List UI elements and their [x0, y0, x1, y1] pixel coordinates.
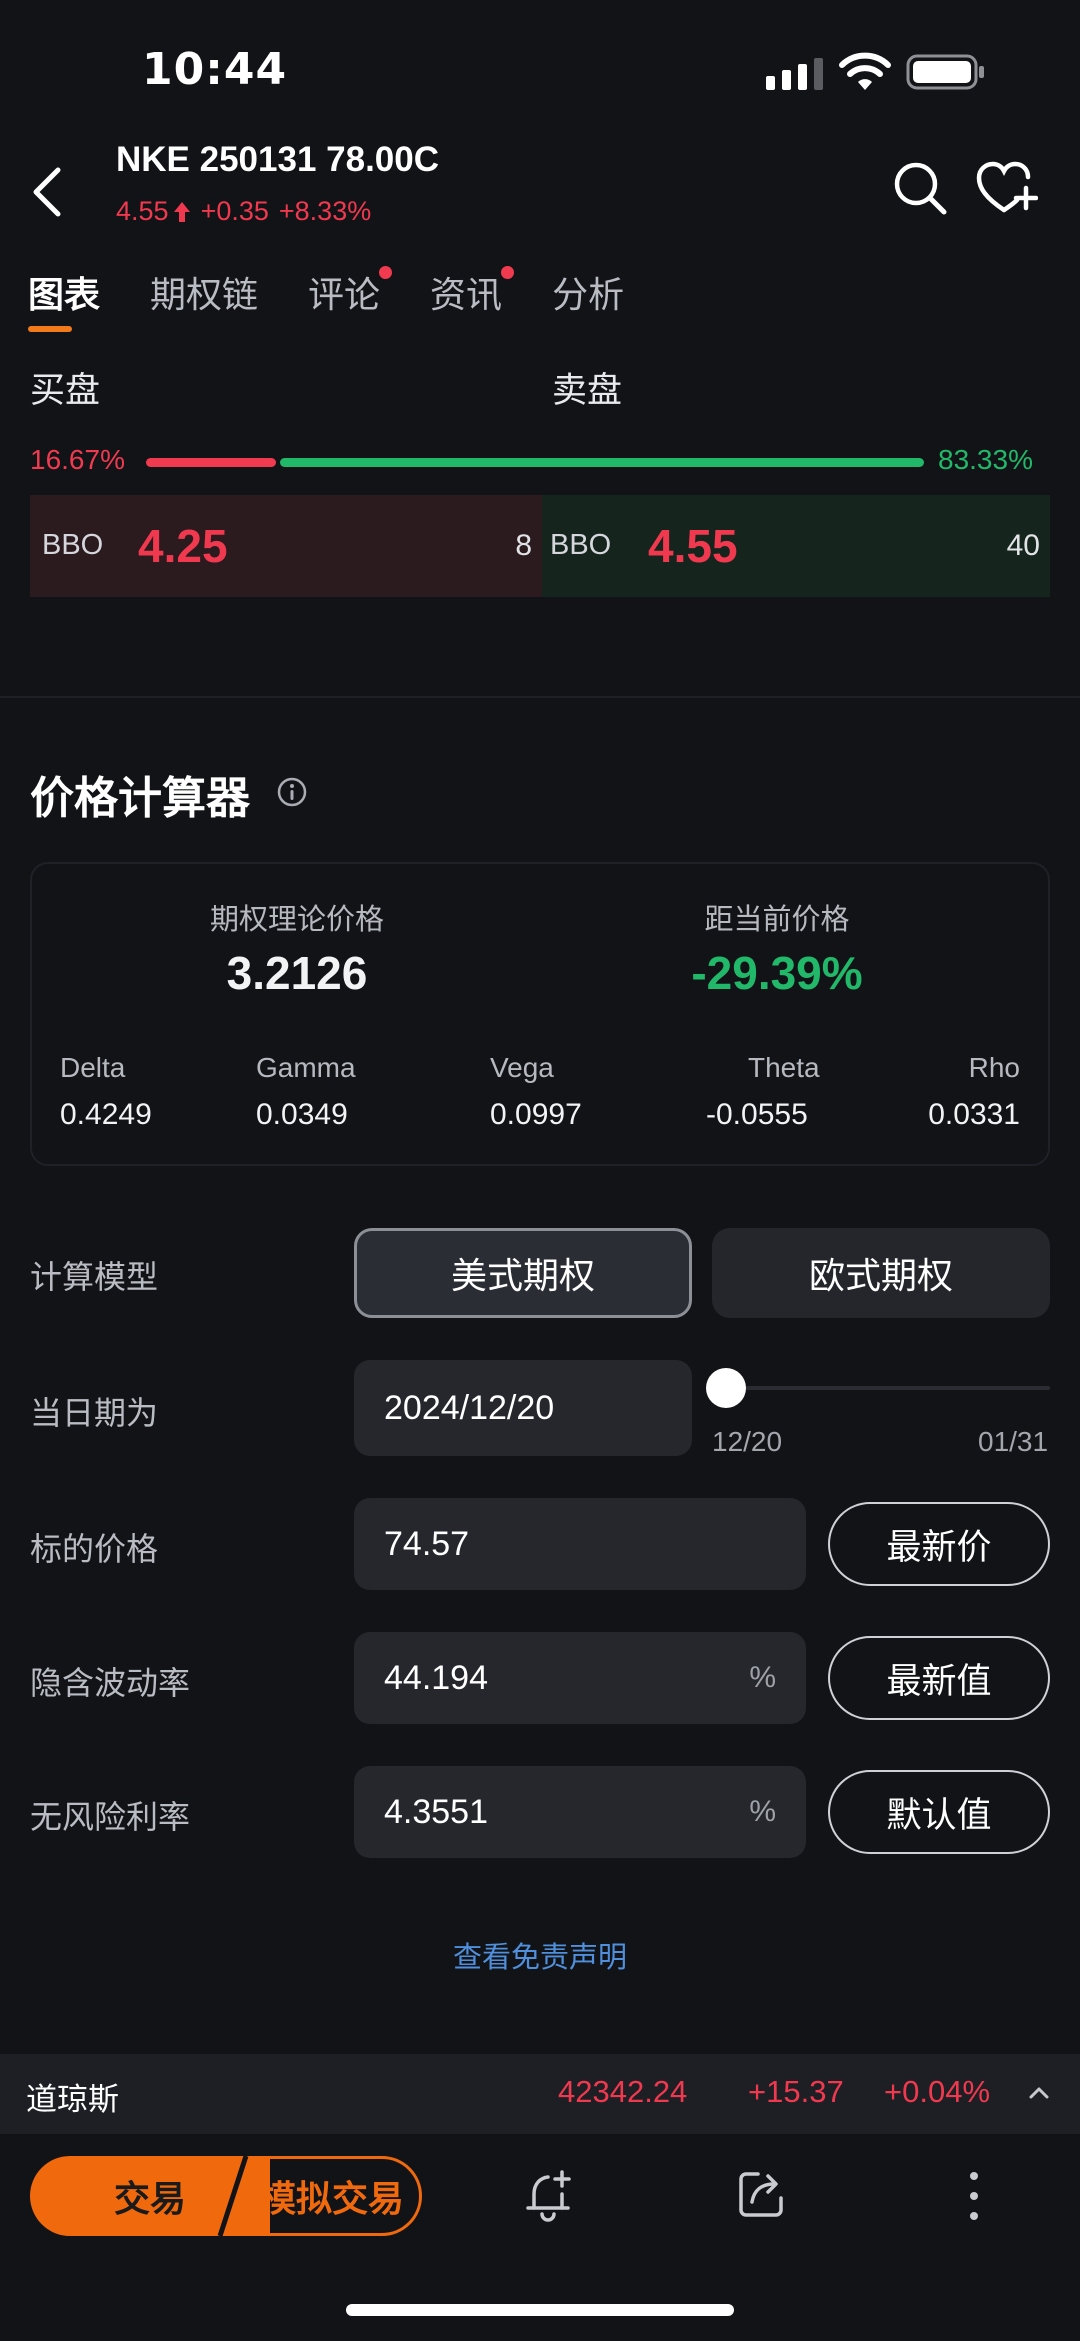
tab-label: 评论	[308, 275, 381, 316]
date-input[interactable]: 2024/12/20	[354, 1360, 692, 1456]
implied-volatility-label: 隐含波动率	[30, 1664, 191, 1702]
share-icon[interactable]	[736, 2168, 788, 2220]
underlying-price-label: 标的价格	[30, 1530, 159, 1568]
underlying-price-value: 74.57	[384, 1524, 470, 1563]
bid-ratio-bar	[146, 458, 276, 467]
cellular-signal-icon	[766, 58, 823, 90]
section-divider	[0, 696, 1080, 698]
distance-value: -29.39%	[691, 947, 863, 999]
tab-label: 资讯	[430, 275, 503, 316]
index-change: +15.37	[748, 2074, 844, 2109]
tab-analysis[interactable]: 分析	[552, 266, 624, 318]
percent-unit: %	[749, 1661, 776, 1694]
theoretical-price-value: 3.2126	[226, 947, 368, 999]
slider-max-label: 01/31	[978, 1426, 1049, 1457]
bbo-bid-row[interactable]: BBO 4.25 8	[30, 495, 542, 597]
greek-theta-name: Theta	[748, 1052, 820, 1083]
tab-bar: 图表 期权链 评论 资讯 分析	[28, 266, 674, 332]
back-arrow-icon[interactable]	[28, 164, 68, 220]
date-label: 当日期为	[30, 1394, 159, 1432]
bid-size: 8	[515, 529, 532, 562]
tab-label: 分析	[552, 275, 625, 316]
price-alert-bell-icon[interactable]	[522, 2168, 578, 2224]
bbo-tag: BBO	[42, 529, 104, 561]
ask-price: 4.55	[648, 520, 738, 572]
risk-free-rate-input[interactable]: 4.3551 %	[354, 1766, 806, 1858]
calculator-result-card: 期权理论价格 3.2126 距当前价格 -29.39% Delta 0.4249…	[30, 862, 1050, 1166]
risk-free-rate-value: 4.3551	[384, 1792, 488, 1831]
button-separator	[210, 2155, 249, 2237]
notification-dot	[379, 266, 393, 279]
greek-vega-name: Vega	[490, 1052, 554, 1083]
greek-delta-name: Delta	[60, 1052, 126, 1083]
european-option-button[interactable]: 欧式期权	[712, 1228, 1050, 1318]
default-value-button[interactable]: 默认值	[828, 1770, 1050, 1854]
date-slider-track[interactable]	[726, 1386, 1050, 1390]
latest-value-button[interactable]: 最新值	[828, 1636, 1050, 1720]
greek-theta-value: -0.0555	[706, 1098, 808, 1131]
last-price: 4.55	[116, 196, 169, 226]
tab-chart[interactable]: 图表	[28, 266, 101, 332]
ask-size: 40	[1006, 529, 1040, 562]
greek-delta-value: 0.4249	[60, 1098, 152, 1131]
wifi-icon	[839, 52, 891, 90]
greek-rho-name: Rho	[968, 1052, 1020, 1083]
add-to-watchlist-heart-icon[interactable]	[976, 160, 1038, 216]
latest-price-button[interactable]: 最新价	[828, 1502, 1050, 1586]
implied-volatility-input[interactable]: 44.194 %	[354, 1632, 806, 1724]
tab-label: 图表	[28, 275, 101, 316]
tab-label: 期权链	[150, 275, 259, 316]
greek-vega-value: 0.0997	[490, 1098, 582, 1131]
index-name: 道琼斯	[26, 2082, 119, 2118]
home-indicator	[346, 2304, 734, 2316]
chevron-up-icon[interactable]	[1026, 2080, 1052, 2106]
ask-percentage: 83.33%	[938, 444, 1033, 475]
date-value: 2024/12/20	[384, 1388, 555, 1427]
tab-active-indicator	[28, 326, 72, 332]
model-label: 计算模型	[30, 1258, 159, 1296]
tab-comments[interactable]: 评论	[308, 266, 393, 318]
battery-icon	[906, 54, 984, 90]
ask-label: 卖盘	[552, 371, 623, 411]
bbo-tag: BBO	[550, 529, 612, 561]
index-value: 42342.24	[558, 2074, 688, 2109]
bid-percentage: 16.67%	[30, 444, 125, 475]
greek-gamma-name: Gamma	[256, 1052, 356, 1083]
price-change-pct: +8.33%	[278, 196, 372, 226]
ask-ratio-bar	[280, 458, 924, 467]
bid-label: 买盘	[30, 371, 101, 411]
disclaimer-link[interactable]: 查看免责声明	[0, 1934, 1080, 1976]
more-options-icon[interactable]	[962, 2168, 986, 2224]
tab-news[interactable]: 资讯	[430, 266, 515, 318]
arrow-up-icon	[173, 201, 190, 222]
distance-label: 距当前价格	[704, 902, 850, 936]
status-time: 10:44	[142, 44, 288, 95]
greek-gamma-value: 0.0349	[256, 1098, 348, 1131]
greek-rho-value: 0.0331	[928, 1098, 1020, 1131]
tab-option-chain[interactable]: 期权链	[150, 266, 258, 318]
date-slider-thumb[interactable]	[706, 1368, 746, 1408]
notification-dot	[501, 266, 515, 279]
bid-price: 4.25	[138, 520, 228, 572]
slider-min-label: 12/20	[712, 1426, 783, 1457]
bbo-ask-row[interactable]: BBO 4.55 40	[542, 495, 1050, 597]
risk-free-rate-label: 无风险利率	[30, 1798, 191, 1836]
calculator-title: 价格计算器	[30, 773, 250, 824]
search-icon[interactable]	[892, 160, 948, 216]
quote-summary: 4.55 +0.35 +8.33%	[116, 196, 371, 227]
page-title: NKE 250131 78.00C	[116, 140, 439, 179]
percent-unit: %	[749, 1795, 776, 1828]
american-option-button[interactable]: 美式期权	[354, 1228, 692, 1318]
underlying-price-input[interactable]: 74.57	[354, 1498, 806, 1590]
implied-volatility-value: 44.194	[384, 1658, 488, 1697]
theoretical-price-label: 期权理论价格	[209, 902, 384, 936]
price-change: +0.35	[200, 196, 269, 226]
index-change-pct: +0.04%	[884, 2074, 991, 2109]
info-icon[interactable]	[276, 776, 308, 808]
